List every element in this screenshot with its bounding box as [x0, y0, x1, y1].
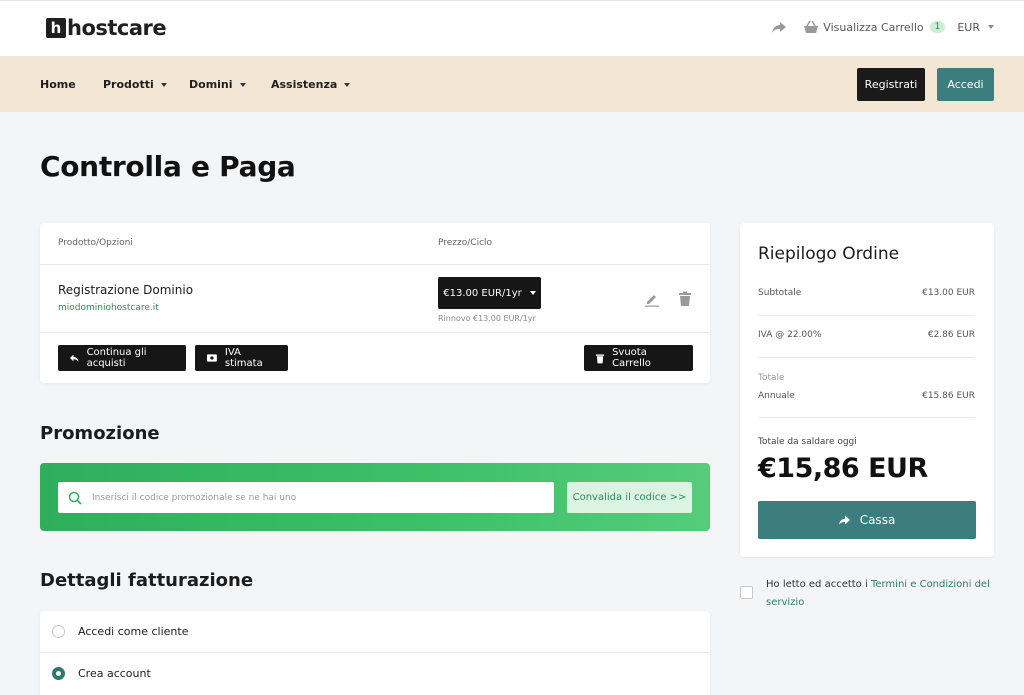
nav-label: Prodotti — [103, 78, 154, 91]
top-header: h hostcare Visualizza Carrello 1 EUR — [0, 0, 1024, 56]
promo-code-field[interactable] — [58, 482, 554, 513]
continue-shopping-button[interactable]: Continua gli acquisti — [58, 345, 186, 371]
price-label: €13.00 EUR/1yr — [443, 287, 522, 299]
order-summary: Riepilogo Ordine Subtotale €13.00 EUR IV… — [740, 223, 994, 557]
billing-title: Dettagli fatturazione — [40, 570, 254, 591]
due-today-label: Totale da saldare oggi — [758, 437, 857, 447]
logo-mark: h — [46, 18, 66, 38]
terms-text: Ho letto ed accetto i Termini e Condizio… — [766, 576, 991, 612]
billing-options: Accedi come cliente Crea account — [40, 611, 710, 695]
column-header-price: Prezzo/Ciclo — [438, 238, 493, 248]
subtotal-row: Subtotale €13.00 EUR — [758, 288, 975, 298]
search-icon — [68, 491, 82, 505]
product-name: Registrazione Dominio — [58, 283, 194, 297]
trash-icon — [596, 353, 605, 363]
share-icon[interactable] — [771, 19, 787, 35]
currency-label: EUR — [957, 20, 980, 34]
divider — [758, 357, 975, 358]
nav-products[interactable]: Prodotti — [103, 78, 167, 91]
currency-selector[interactable]: EUR — [957, 21, 994, 34]
nav-label: Home — [40, 78, 76, 91]
due-today-amount: €15,86 EUR — [758, 453, 928, 484]
button-label: Cassa — [859, 513, 896, 527]
promo-code-input[interactable] — [92, 492, 554, 503]
logo-text: hostcare — [67, 16, 167, 40]
button-label: Continua gli acquisti — [86, 347, 147, 369]
cart-table: Prodotto/Opzioni Prezzo/Ciclo Registrazi… — [40, 223, 710, 383]
empty-cart-button[interactable]: Svuota Carrello — [584, 345, 693, 371]
totals-label: Totale — [758, 373, 785, 383]
chevron-down-icon — [988, 25, 994, 29]
login-button[interactable]: Accedi — [937, 68, 994, 101]
divider — [40, 332, 710, 333]
radio-login-existing[interactable]: Accedi come cliente — [52, 625, 188, 638]
billing-cycle-dropdown[interactable]: €13.00 EUR/1yr — [438, 277, 541, 309]
page-title: Controlla e Paga — [40, 150, 296, 183]
divider — [40, 264, 710, 265]
chevron-down-icon — [239, 82, 246, 87]
renewal-price: Rinnovo €13.00 EUR/1yr — [438, 314, 536, 323]
nav-label: Assistenza — [271, 78, 338, 91]
estimate-tax-button[interactable]: IVA stimata — [195, 345, 288, 371]
nav-label: Domini — [189, 78, 233, 91]
logo[interactable]: h hostcare — [46, 16, 167, 40]
nav-support[interactable]: Assistenza — [271, 78, 351, 91]
divider — [758, 417, 975, 418]
radio-create-account[interactable]: Crea account — [52, 667, 151, 680]
annual-value: €15.86 EUR — [922, 391, 975, 401]
annual-row: Annuale €15.86 EUR — [758, 391, 975, 401]
promo-title: Promozione — [40, 423, 160, 444]
button-label: Svuota Carrello — [612, 347, 651, 369]
checkout-button[interactable]: Cassa — [758, 501, 976, 539]
promo-panel: Convalida il codice >> — [40, 463, 710, 531]
radio-label: Accedi come cliente — [78, 625, 189, 638]
radio-label: Crea account — [78, 667, 151, 680]
view-cart-link[interactable]: Visualizza Carrello — [823, 21, 923, 34]
register-button[interactable]: Registrati — [857, 68, 925, 101]
nav-domains[interactable]: Domini — [189, 78, 246, 91]
summary-title: Riepilogo Ordine — [758, 244, 900, 264]
cart-count-badge: 1 — [929, 21, 946, 33]
header-actions: Visualizza Carrello 1 EUR — [771, 19, 994, 35]
reply-arrow-icon — [70, 354, 79, 362]
product-domain: miodominiohostcare.it — [58, 303, 159, 313]
radio-button-selected[interactable] — [52, 667, 65, 680]
edit-icon[interactable] — [644, 291, 660, 307]
chevron-down-icon — [344, 82, 351, 87]
chevron-down-icon — [160, 82, 167, 87]
divider — [758, 315, 975, 316]
trash-icon[interactable] — [678, 291, 692, 307]
basket-icon — [804, 20, 819, 33]
validate-code-button[interactable]: Convalida il codice >> — [567, 482, 692, 513]
tax-row: IVA @ 22.00% €2.86 EUR — [758, 330, 975, 340]
subtotal-value: €13.00 EUR — [922, 288, 975, 298]
nav-home[interactable]: Home — [40, 78, 76, 91]
divider — [40, 652, 710, 653]
share-arrow-icon — [838, 515, 850, 525]
money-icon — [207, 354, 217, 362]
button-label: IVA stimata — [224, 347, 263, 369]
chevron-down-icon — [529, 291, 536, 295]
terms-checkbox[interactable] — [740, 586, 753, 599]
column-header-product: Prodotto/Opzioni — [58, 238, 133, 248]
annual-label: Annuale — [758, 391, 795, 401]
radio-button[interactable] — [52, 625, 65, 638]
subtotal-label: Subtotale — [758, 288, 802, 298]
tax-value: €2.86 EUR — [927, 330, 975, 340]
tax-label: IVA @ 22.00% — [758, 330, 822, 340]
terms-prefix: Ho letto ed accetto i — [766, 579, 871, 590]
